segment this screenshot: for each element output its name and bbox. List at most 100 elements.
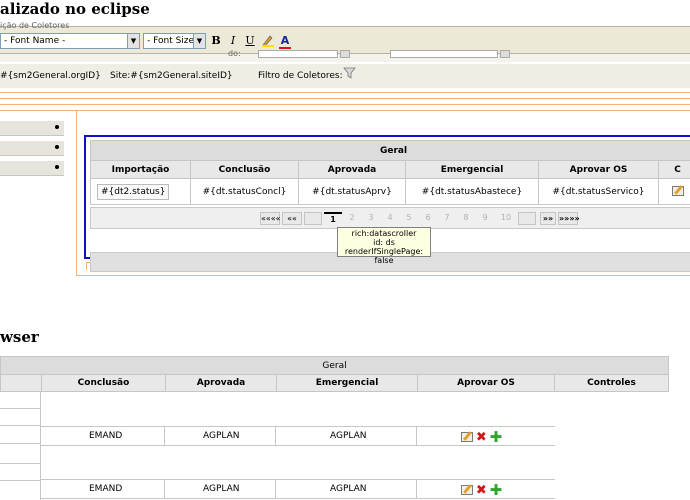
left-panel-item[interactable] (0, 161, 64, 176)
edit-icon[interactable] (461, 432, 473, 442)
table-cell: #{dt.statusConcl} (190, 178, 299, 205)
guide-line (76, 275, 690, 276)
column-header[interactable]: Aprovada (298, 160, 406, 179)
partial-input-1[interactable] (258, 50, 338, 58)
info-bar: #{sm2General.orgID} Site:#{sm2General.si… (0, 64, 690, 88)
filter-label: Filtro de Coletores: (258, 71, 343, 81)
column-header[interactable]: Emergencial (276, 374, 418, 392)
pager-prev-button[interactable]: «« (282, 212, 302, 225)
table-cell (657, 178, 690, 205)
partial-input-1-button[interactable] (340, 50, 350, 58)
tooltip-line: id: ds (373, 238, 395, 247)
edit-icon[interactable] (461, 485, 473, 495)
row-stub (0, 391, 41, 446)
pager-page[interactable]: 9 (477, 212, 493, 225)
table-cell: #{dt.statusServico} (538, 178, 659, 205)
tooltip-line: rich:datascroller (351, 229, 417, 238)
column-header[interactable]: Controles (553, 374, 670, 392)
row-stub (0, 446, 41, 500)
pager-page[interactable]: 7 (439, 212, 455, 225)
partial-label-2: do: (228, 49, 241, 58)
guide-line (76, 110, 77, 276)
pager-page[interactable]: 2 (344, 212, 360, 225)
pager-page[interactable]: 10 (496, 212, 516, 225)
left-panel-item[interactable] (0, 141, 64, 156)
column-header[interactable]: Aprovar OS (417, 374, 555, 392)
pager-spacer (304, 212, 322, 225)
highlight-icon[interactable] (260, 33, 276, 49)
column-header[interactable] (0, 374, 42, 392)
cell-conclusao: EMAND (89, 484, 123, 494)
bold-button[interactable]: B (208, 33, 224, 49)
row-actions: ✖ ✚ (461, 428, 502, 446)
delete-icon[interactable]: ✖ (476, 430, 487, 445)
pager-last-button[interactable]: »»»» (558, 212, 580, 225)
section-title-browser: wser (0, 328, 39, 346)
cell-emergencial: AGPLAN (330, 431, 367, 441)
pager-page[interactable]: 4 (382, 212, 398, 225)
bullet-icon (55, 125, 59, 129)
pager-page[interactable]: 6 (420, 212, 436, 225)
section-title-eclipse: alizado no eclipse (0, 0, 150, 18)
font-color-label: A (280, 34, 290, 47)
browser-data-table: Geral Conclusão Aprovada Emergencial Apr… (0, 356, 670, 392)
site-id-label: Site:#{sm2General.siteID} (110, 71, 233, 81)
pager-page[interactable]: 5 (401, 212, 417, 225)
chevron-down-icon: ▼ (127, 34, 139, 48)
pager-next-button[interactable]: »» (540, 212, 556, 225)
design-data-table: Geral Importação Conclusão Aprovada Emer… (89, 140, 690, 205)
row-actions: ✖ ✚ (461, 481, 502, 499)
bullet-icon (55, 165, 59, 169)
partial-input-2[interactable] (390, 50, 498, 58)
add-icon[interactable]: ✚ (490, 428, 503, 446)
font-name-value: - Font Name - (4, 36, 66, 46)
table-row: EMAND AGPLAN AGPLAN ✖ ✚ (41, 426, 555, 446)
column-header[interactable]: Conclusão (190, 160, 299, 179)
guide-line (0, 110, 690, 111)
add-icon[interactable]: ✚ (490, 481, 503, 499)
table-group-header: Geral (0, 356, 670, 375)
italic-button[interactable]: I (225, 33, 241, 49)
pager-spacer (518, 212, 536, 225)
table-cell: #{dt.statusAprv} (298, 178, 406, 205)
table-cell: #{dt.statusAbastece} (405, 178, 539, 205)
font-size-select[interactable]: - Font Size - ▼ (143, 33, 206, 49)
cell-aprovada: AGPLAN (203, 431, 240, 441)
font-name-select[interactable]: - Font Name - ▼ (0, 33, 140, 49)
left-panel-item[interactable] (0, 121, 64, 136)
delete-icon[interactable]: ✖ (476, 483, 487, 498)
chevron-down-icon: ▼ (193, 34, 205, 48)
guide-line (0, 104, 690, 105)
table-group-header: Geral (89, 140, 690, 161)
field-strip: do: (0, 49, 690, 62)
bullet-icon (55, 145, 59, 149)
cell-emergencial: AGPLAN (330, 484, 367, 494)
column-header[interactable]: Conclusão (41, 374, 166, 392)
pager-page-current[interactable]: 1 (324, 212, 342, 225)
org-id-label: #{sm2General.orgID} (0, 71, 101, 81)
column-header[interactable]: Importação (90, 160, 191, 179)
pager-page[interactable]: 3 (363, 212, 379, 225)
partial-input-2-button[interactable] (500, 50, 510, 58)
guide-line (0, 98, 690, 99)
column-header[interactable]: C (657, 160, 690, 179)
pager-page[interactable]: 8 (458, 212, 474, 225)
guide-line (86, 262, 87, 270)
font-color-icon[interactable]: A (277, 33, 293, 49)
status-expression: #{dt2.status} (97, 183, 170, 200)
underline-button[interactable]: U (242, 33, 258, 49)
filter-icon[interactable] (343, 67, 356, 82)
table-row: EMAND AGPLAN AGPLAN ✖ ✚ (41, 479, 555, 499)
column-header[interactable]: Emergencial (405, 160, 539, 179)
tooltip-line: renderIfSinglePage: false (344, 247, 424, 265)
guide-line (0, 92, 690, 93)
cell-aprovada: AGPLAN (203, 484, 240, 494)
pager-first-button[interactable]: «««« (260, 212, 281, 225)
partial-label: ição de Coletores (0, 21, 70, 30)
column-header[interactable]: Aprovada (165, 374, 277, 392)
edit-icon[interactable] (671, 186, 684, 197)
column-header[interactable]: Aprovar OS (538, 160, 659, 179)
cell-conclusao: EMAND (89, 431, 123, 441)
datascroller-tooltip: rich:datascroller id: ds renderIfSingleP… (337, 227, 431, 265)
table-cell: #{dt2.status} (90, 178, 191, 205)
